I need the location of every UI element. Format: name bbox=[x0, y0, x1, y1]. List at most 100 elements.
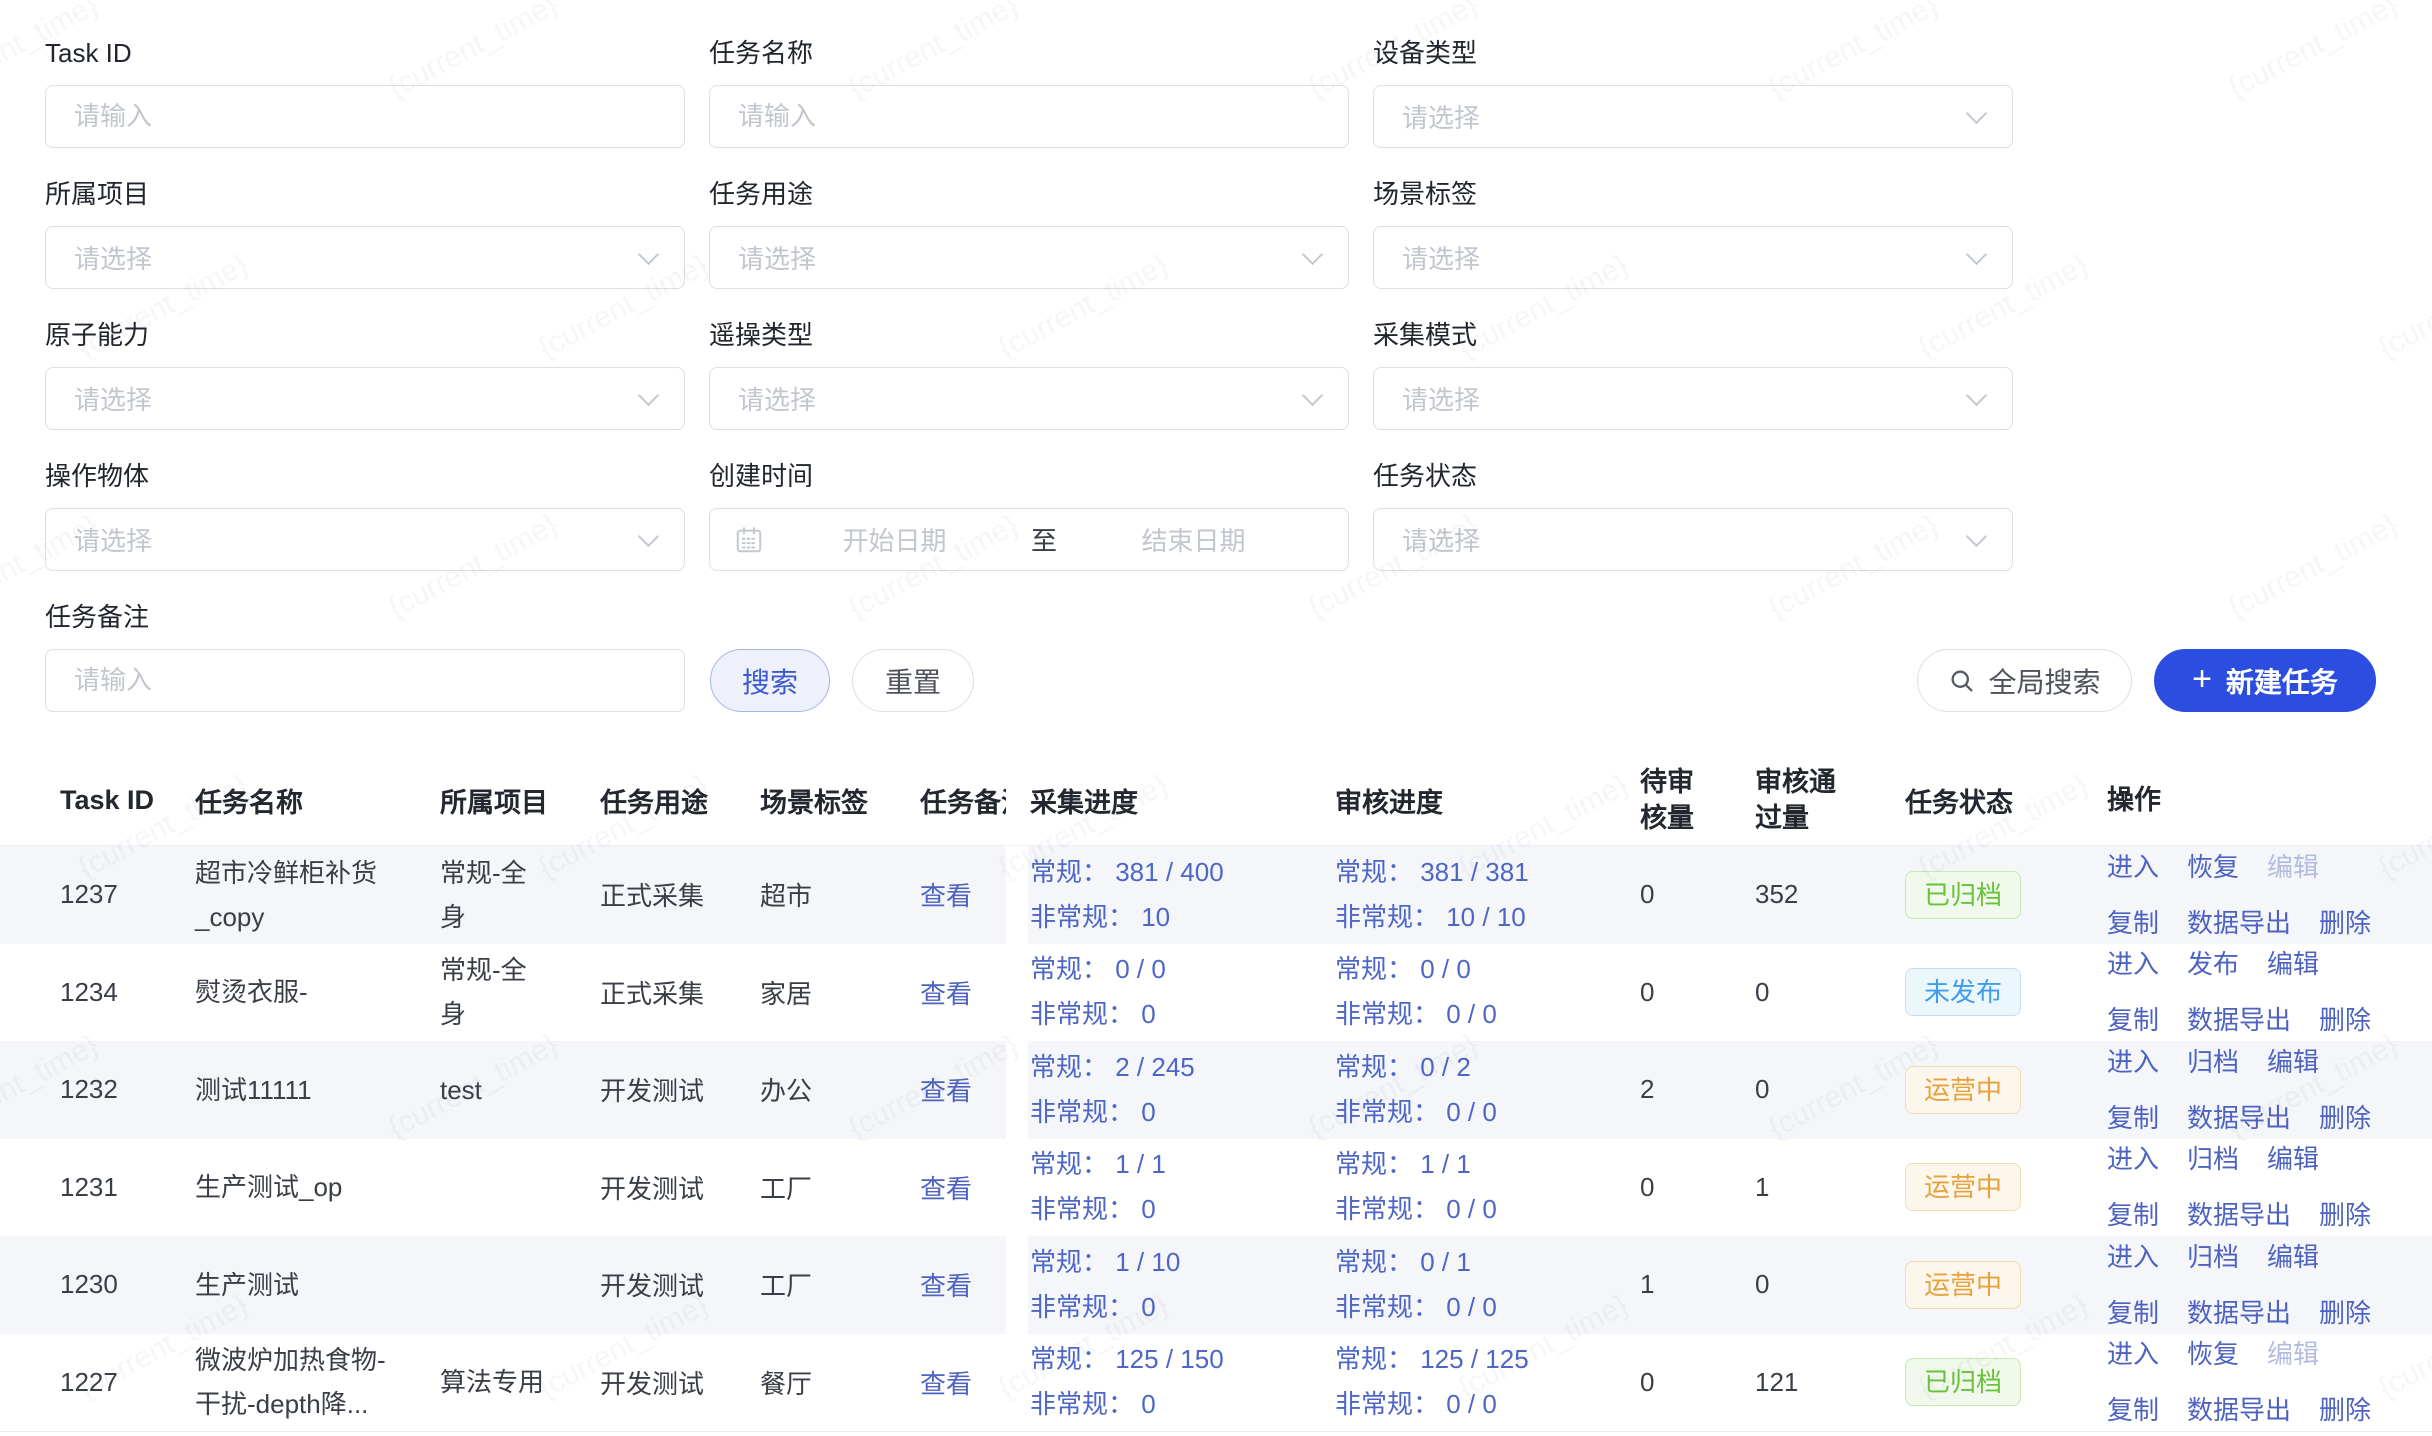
action-delete-link[interactable]: 删除 bbox=[2319, 1098, 2371, 1138]
cell-purpose: 开发测试 bbox=[600, 1071, 760, 1108]
action-edit-link[interactable]: 编辑 bbox=[2267, 944, 2319, 984]
chevron-down-icon bbox=[1302, 384, 1323, 405]
remark-view-link[interactable]: 查看 bbox=[920, 1271, 972, 1301]
create-time-range-picker[interactable]: 开始日期 至 结束日期 bbox=[709, 508, 1349, 571]
action-copy-link[interactable]: 复制 bbox=[2107, 1390, 2159, 1430]
action-copy-link[interactable]: 复制 bbox=[2107, 1195, 2159, 1235]
select-placeholder: 请选择 bbox=[1402, 98, 1480, 135]
action-enter-link[interactable]: 进入 bbox=[2107, 1237, 2159, 1277]
action-publish-link[interactable]: 发布 bbox=[2187, 944, 2239, 984]
action-enter-link[interactable]: 进入 bbox=[2107, 847, 2159, 887]
table-row: 1237 超市冷鲜柜补货 _copy 常规-全 身 正式采集 超市 查看 常规：… bbox=[0, 846, 2432, 944]
operate-object-select[interactable]: 请选择 bbox=[45, 508, 685, 571]
action-delete-link[interactable]: 删除 bbox=[2319, 1000, 2371, 1040]
remark-view-link[interactable]: 查看 bbox=[920, 1076, 972, 1106]
task-remark-input[interactable] bbox=[45, 649, 685, 712]
action-delete-link[interactable]: 删除 bbox=[2319, 1293, 2371, 1333]
action-copy-link[interactable]: 复制 bbox=[2107, 1293, 2159, 1333]
action-export-link[interactable]: 数据导出 bbox=[2187, 1000, 2291, 1040]
collect-regular: 常规： 0 / 0 bbox=[1030, 947, 1315, 992]
select-placeholder: 请选择 bbox=[74, 239, 152, 276]
action-archive-link[interactable]: 归档 bbox=[2187, 1139, 2239, 1179]
header-task-name: 任务名称 bbox=[195, 781, 440, 820]
review-irregular: 非常规： 10 / 10 bbox=[1335, 895, 1620, 940]
status-badge: 运营中 bbox=[1905, 1261, 2021, 1309]
remark-view-link[interactable]: 查看 bbox=[920, 881, 972, 911]
remark-view-link[interactable]: 查看 bbox=[920, 1174, 972, 1204]
action-archive-link[interactable]: 归档 bbox=[2187, 1237, 2239, 1277]
cell-scene-tag: 工厂 bbox=[760, 1266, 920, 1303]
status-badge: 已归档 bbox=[1905, 871, 2021, 919]
fixed-column-divider bbox=[1006, 755, 1028, 845]
cell-actions: 进入恢复编辑复制数据导出删除 bbox=[2095, 847, 2432, 943]
collect-irregular: 非常规： 0 bbox=[1030, 1187, 1315, 1232]
filter-grid: Task ID 任务名称 设备类型 请选择 所属项目 请选择 bbox=[45, 40, 2432, 571]
action-copy-link[interactable]: 复制 bbox=[2107, 903, 2159, 943]
search-button[interactable]: 搜索 bbox=[710, 649, 830, 712]
cell-actions: 进入归档编辑复制数据导出删除 bbox=[2095, 1139, 2432, 1235]
action-export-link[interactable]: 数据导出 bbox=[2187, 1293, 2291, 1333]
action-delete-link[interactable]: 删除 bbox=[2319, 1195, 2371, 1235]
action-enter-link[interactable]: 进入 bbox=[2107, 1334, 2159, 1374]
header-purpose: 任务用途 bbox=[600, 781, 760, 820]
action-copy-link[interactable]: 复制 bbox=[2107, 1098, 2159, 1138]
cell-passed-count: 1 bbox=[1755, 1172, 1905, 1203]
header-project: 所属项目 bbox=[440, 781, 600, 820]
reset-button[interactable]: 重置 bbox=[852, 649, 974, 712]
remark-view-link[interactable]: 查看 bbox=[920, 979, 972, 1009]
project-label: 所属项目 bbox=[45, 181, 685, 207]
cell-task-name: 超市冷鲜柜补货 _copy bbox=[195, 851, 440, 939]
action-edit-link[interactable]: 编辑 bbox=[2267, 1237, 2319, 1277]
collect-mode-label: 采集模式 bbox=[1373, 322, 2013, 348]
start-date-placeholder[interactable]: 开始日期 bbox=[764, 521, 1025, 558]
purpose-select[interactable]: 请选择 bbox=[709, 226, 1349, 289]
cell-pending-count: 0 bbox=[1640, 1367, 1755, 1398]
task-name-input[interactable] bbox=[709, 85, 1349, 148]
task-remark-label: 任务备注 bbox=[45, 604, 685, 630]
task-id-input[interactable] bbox=[45, 85, 685, 148]
global-search-button[interactable]: 全局搜索 bbox=[1917, 649, 2132, 712]
filter-task-remark: 任务备注 bbox=[45, 604, 685, 712]
action-edit-link[interactable]: 编辑 bbox=[2267, 1139, 2319, 1179]
cell-remark: 查看 bbox=[920, 1364, 1006, 1401]
action-restore-link[interactable]: 恢复 bbox=[2187, 1334, 2239, 1374]
action-export-link[interactable]: 数据导出 bbox=[2187, 903, 2291, 943]
action-export-link[interactable]: 数据导出 bbox=[2187, 1390, 2291, 1430]
teleop-type-select[interactable]: 请选择 bbox=[709, 367, 1349, 430]
action-enter-link[interactable]: 进入 bbox=[2107, 1042, 2159, 1082]
cell-passed-count: 121 bbox=[1755, 1367, 1905, 1398]
end-date-placeholder[interactable]: 结束日期 bbox=[1063, 521, 1324, 558]
action-edit-link[interactable]: 编辑 bbox=[2267, 1042, 2319, 1082]
collect-irregular: 非常规： 10 bbox=[1030, 895, 1315, 940]
action-restore-link[interactable]: 恢复 bbox=[2187, 847, 2239, 887]
cell-actions: 进入归档编辑复制数据导出删除 bbox=[2095, 1237, 2432, 1333]
review-regular: 常规： 0 / 2 bbox=[1335, 1045, 1620, 1090]
cell-remark: 查看 bbox=[920, 1071, 1006, 1108]
remark-view-link[interactable]: 查看 bbox=[920, 1369, 972, 1399]
select-placeholder: 请选择 bbox=[738, 380, 816, 417]
select-placeholder: 请选择 bbox=[74, 380, 152, 417]
action-enter-link[interactable]: 进入 bbox=[2107, 944, 2159, 984]
project-select[interactable]: 请选择 bbox=[45, 226, 685, 289]
header-review-progress: 审核进度 bbox=[1335, 781, 1640, 820]
new-task-button[interactable]: + 新建任务 bbox=[2154, 649, 2376, 712]
purpose-label: 任务用途 bbox=[709, 181, 1349, 207]
fixed-column-divider bbox=[1006, 1334, 1028, 1432]
action-enter-link[interactable]: 进入 bbox=[2107, 1139, 2159, 1179]
action-copy-link[interactable]: 复制 bbox=[2107, 1000, 2159, 1040]
scene-tag-select[interactable]: 请选择 bbox=[1373, 226, 2013, 289]
action-export-link[interactable]: 数据导出 bbox=[2187, 1098, 2291, 1138]
action-archive-link[interactable]: 归档 bbox=[2187, 1042, 2239, 1082]
chevron-down-icon bbox=[638, 525, 659, 546]
atomic-ability-select[interactable]: 请选择 bbox=[45, 367, 685, 430]
device-type-select[interactable]: 请选择 bbox=[1373, 85, 2013, 148]
cell-actions: 进入发布编辑复制数据导出删除 bbox=[2095, 944, 2432, 1040]
collect-mode-select[interactable]: 请选择 bbox=[1373, 367, 2013, 430]
filter-collect-mode: 采集模式 请选择 bbox=[1373, 322, 2013, 430]
cell-scene-tag: 超市 bbox=[760, 876, 920, 913]
header-remark: 任务备注 bbox=[920, 781, 1006, 820]
action-export-link[interactable]: 数据导出 bbox=[2187, 1195, 2291, 1235]
action-delete-link[interactable]: 删除 bbox=[2319, 1390, 2371, 1430]
action-delete-link[interactable]: 删除 bbox=[2319, 903, 2371, 943]
task-status-select[interactable]: 请选择 bbox=[1373, 508, 2013, 571]
